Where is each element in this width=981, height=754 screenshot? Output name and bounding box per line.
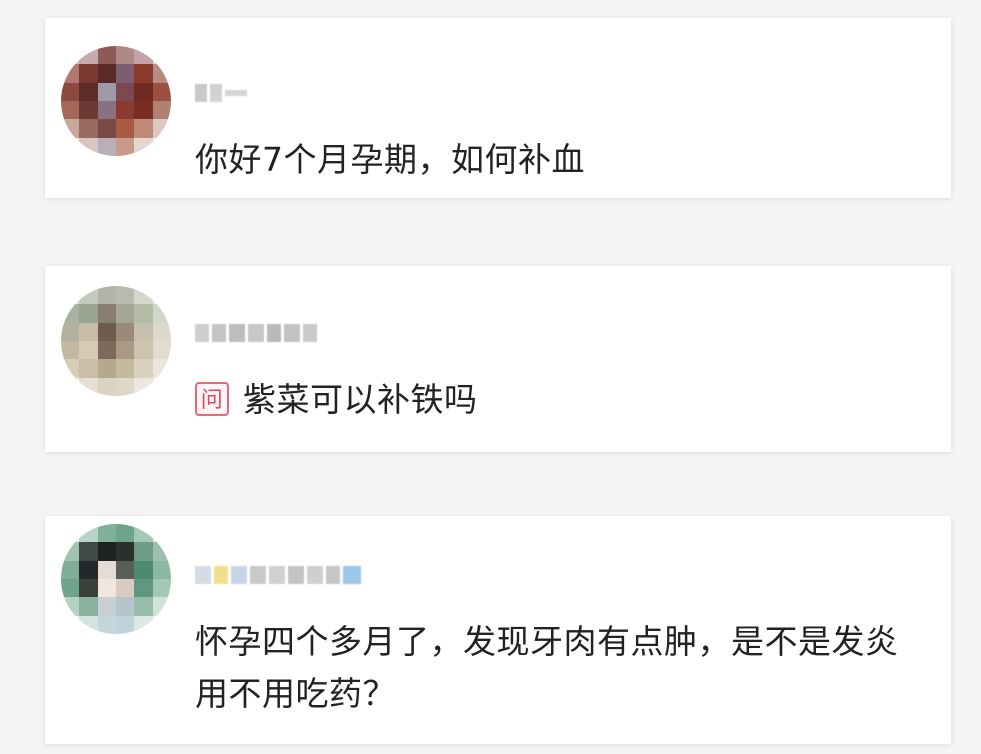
comment-text: 怀孕四个多月了，发现牙肉有点肿，是不是发炎用不用吃药？ bbox=[195, 616, 917, 720]
comment-card: 问紫菜可以补铁吗 bbox=[45, 266, 951, 452]
user-avatar[interactable] bbox=[61, 46, 171, 156]
user-avatar[interactable] bbox=[61, 286, 171, 396]
question-badge: 问 bbox=[195, 382, 229, 416]
comment-card: 你好7个月孕期，如何补血 bbox=[45, 18, 951, 198]
username-obscured[interactable] bbox=[195, 564, 361, 586]
username-obscured[interactable] bbox=[195, 82, 247, 104]
comment-text: 问紫菜可以补铁吗 bbox=[195, 374, 921, 426]
user-avatar[interactable] bbox=[61, 524, 171, 634]
comment-text-content: 紫菜可以补铁吗 bbox=[243, 380, 478, 419]
comment-text-content: 你好7个月孕期，如何补血 bbox=[195, 140, 585, 179]
username-obscured[interactable] bbox=[195, 322, 317, 344]
comment-text: 你好7个月孕期，如何补血 bbox=[195, 134, 921, 186]
comment-card: 怀孕四个多月了，发现牙肉有点肿，是不是发炎用不用吃药？ bbox=[45, 516, 951, 744]
comment-text-content: 怀孕四个多月了，发现牙肉有点肿，是不是发炎用不用吃药？ bbox=[195, 622, 899, 713]
